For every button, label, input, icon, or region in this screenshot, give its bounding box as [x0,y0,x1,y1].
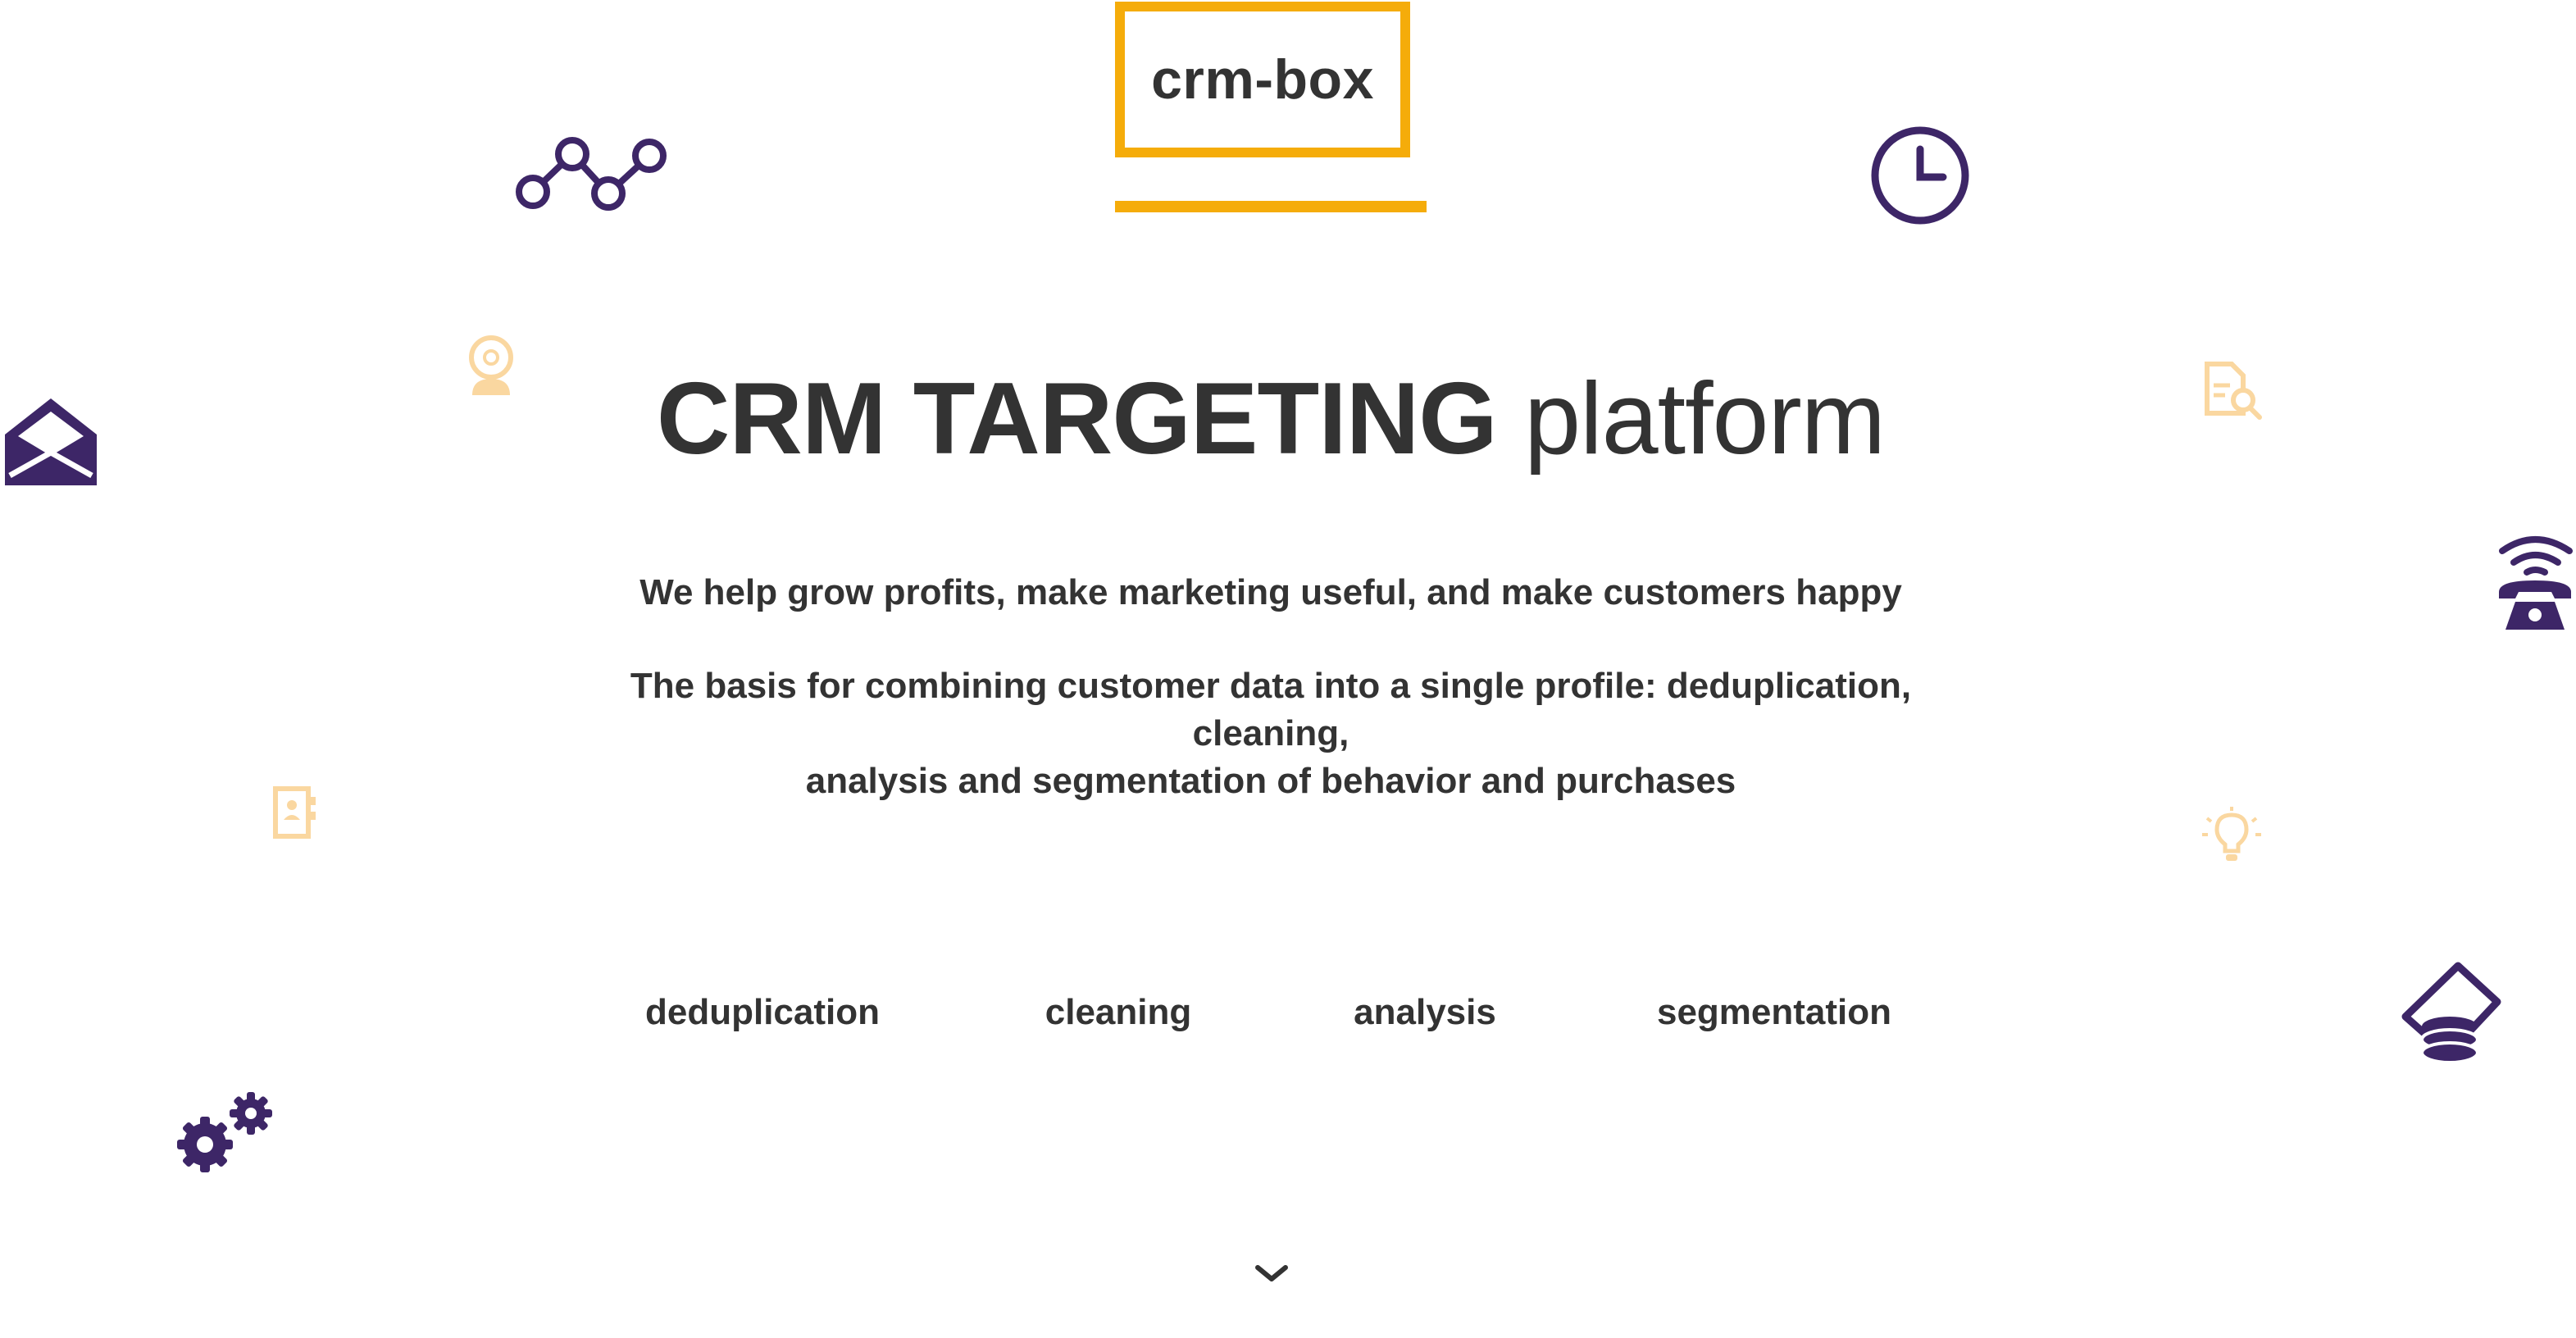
description: The basis for combining customer data in… [574,662,1968,805]
feature-deduplication[interactable]: deduplication [645,992,880,1033]
description-line-1: The basis for combining customer data in… [630,666,1912,753]
envelope-icon [5,398,97,485]
contact-book-icon [273,786,316,839]
logo-underline [1115,201,1427,212]
feature-analysis[interactable]: analysis [1354,992,1496,1033]
feature-segmentation[interactable]: segmentation [1657,992,1891,1033]
title-light: platform [1524,362,1886,476]
telephone-icon [2499,536,2573,630]
clock-icon [1871,126,1969,225]
lightbulb-icon [2202,807,2261,861]
document-search-icon [2205,362,2262,420]
logo-text: crm-box [1151,48,1374,111]
money-stack-icon [2401,962,2501,1064]
logo-link[interactable]: crm-box [1115,2,1410,157]
page-title: CRM TARGETING platform [0,361,2542,477]
feature-cleaning[interactable]: cleaning [1045,992,1192,1033]
tagline: We help grow profits, make marketing use… [639,572,1902,612]
description-line-2: analysis and segmentation of behavior an… [805,761,1736,801]
webcam-icon [469,335,513,395]
graph-nodes-icon [516,137,667,211]
chevron-down-icon[interactable] [1253,1261,1290,1286]
title-bold: CRM TARGETING [656,362,1498,476]
gears-icon [177,1092,272,1172]
feature-list: deduplication cleaning analysis segmenta… [0,992,2576,1041]
